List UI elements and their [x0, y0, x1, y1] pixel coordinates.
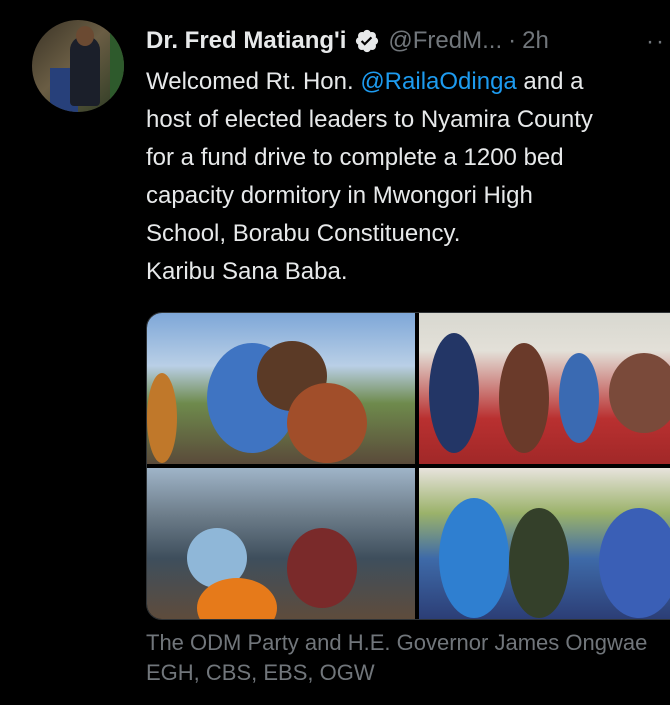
author-handle[interactable]: @FredM... — [388, 27, 502, 55]
tweet-header: Dr. Fred Matiang'i @FredM... · 2h — [146, 26, 549, 56]
tweet-text-line: capacity dormitory in Mwongori High — [146, 182, 533, 209]
mention-link[interactable]: @RailaOdinga — [360, 68, 516, 95]
photo-seated-guests[interactable] — [419, 313, 670, 464]
photo-figure — [609, 353, 670, 433]
caption-line: The ODM Party and H.E. Governor James On… — [146, 630, 648, 655]
avatar-head — [76, 26, 94, 46]
text-segment: Welcomed Rt. Hon. — [146, 68, 361, 95]
photo-crowd[interactable] — [147, 468, 415, 619]
text-segment: and a — [516, 68, 584, 95]
verified-badge-icon — [354, 28, 380, 54]
tweet-text-line: for a fund drive to complete a 1200 bed — [146, 144, 564, 171]
photo-figure — [147, 373, 177, 463]
photo-figure — [499, 343, 549, 453]
tweet-text-line: Welcomed Rt. Hon. @RailaOdinga and a — [146, 63, 670, 101]
media-caption: The ODM Party and H.E. Governor James On… — [146, 628, 670, 688]
tweet-timestamp[interactable]: 2h — [522, 27, 549, 55]
header-separator: · — [508, 27, 517, 54]
photo-figure — [287, 528, 357, 608]
media-grid — [146, 312, 670, 620]
caption-line: EGH, CBS, EBS, OGW — [146, 660, 375, 685]
author-name[interactable]: Dr. Fred Matiang'i — [146, 27, 346, 55]
photo-figure — [439, 498, 509, 618]
avatar-figure — [70, 36, 100, 106]
photo-hug[interactable] — [147, 313, 415, 464]
photo-leaders[interactable] — [419, 468, 670, 619]
photo-figure — [509, 508, 569, 618]
avatar-background — [110, 20, 124, 112]
tweet-text: Welcomed Rt. Hon. @RailaOdinga and a hos… — [146, 63, 670, 291]
tweet-text-line: School, Borabu Constituency. — [146, 220, 461, 247]
photo-figure — [599, 508, 670, 618]
tweet-text-line: host of elected leaders to Nyamira Count… — [146, 106, 593, 133]
tweet-text-line: Karibu Sana Baba. — [146, 258, 348, 285]
photo-figure — [287, 383, 367, 463]
more-options-icon[interactable]: ·· — [646, 28, 666, 56]
photo-figure — [559, 353, 599, 443]
author-avatar[interactable] — [32, 20, 124, 112]
photo-figure — [429, 333, 479, 453]
